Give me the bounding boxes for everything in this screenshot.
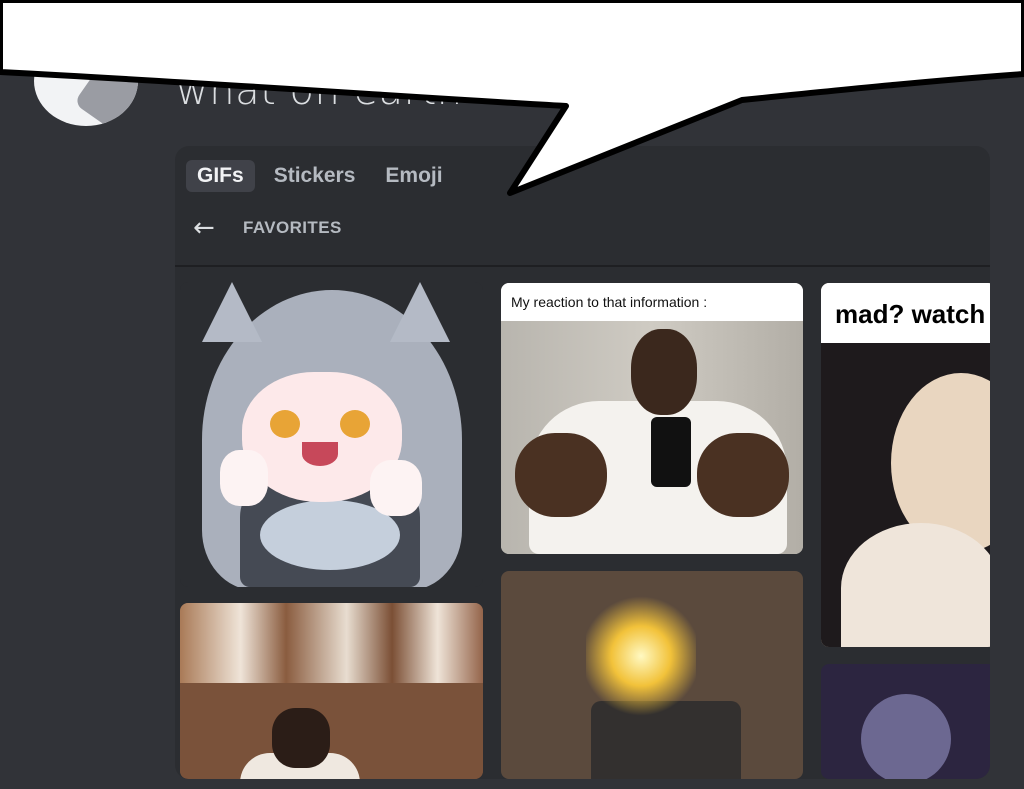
gif-picker: GIFs Stickers Emoji ← FAVORITES My react…	[175, 146, 990, 779]
message-text: what on earth	[176, 68, 463, 114]
tab-emoji[interactable]: Emoji	[374, 160, 453, 192]
fire-image	[586, 591, 696, 721]
picker-tabs: GIFs Stickers Emoji	[186, 160, 454, 192]
tab-gifs[interactable]: GIFs	[186, 160, 255, 192]
tab-stickers[interactable]: Stickers	[263, 160, 367, 192]
back-arrow-icon[interactable]: ←	[193, 215, 243, 241]
gif-item-scene[interactable]	[180, 603, 483, 779]
gif-caption: mad? watch	[821, 283, 990, 343]
favorites-header: ← FAVORITES	[193, 215, 342, 241]
phone-image	[651, 417, 691, 487]
gif-item-reaction-meme[interactable]: My reaction to that information :	[501, 283, 803, 554]
gif-item-dark-cat[interactable]	[821, 664, 990, 779]
user-avatar[interactable]	[34, 36, 138, 126]
favorites-label: FAVORITES	[243, 218, 342, 237]
gif-item-fire[interactable]	[501, 571, 803, 779]
avatar-image	[73, 57, 138, 126]
gif-item-cat-meme[interactable]: mad? watch	[821, 283, 990, 647]
header-divider	[175, 265, 990, 267]
gif-item-anime-wolf-girl[interactable]	[180, 282, 483, 587]
gif-caption: My reaction to that information :	[501, 283, 803, 321]
